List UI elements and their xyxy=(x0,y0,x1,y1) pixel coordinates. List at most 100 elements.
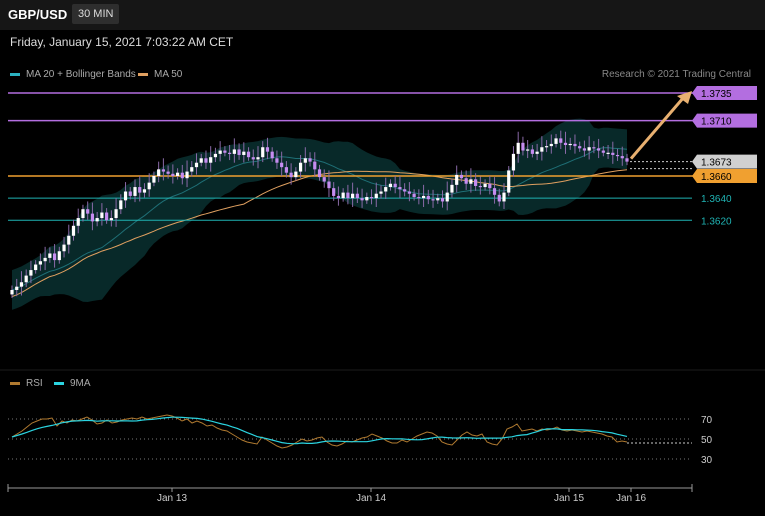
candle xyxy=(379,191,383,194)
candle xyxy=(142,189,147,193)
candle xyxy=(313,161,317,170)
candle xyxy=(317,169,322,178)
candle xyxy=(587,147,591,151)
candle xyxy=(455,174,459,185)
candle xyxy=(180,172,184,179)
candle xyxy=(388,183,393,188)
candle xyxy=(327,181,331,189)
bollinger-band xyxy=(12,118,627,310)
candle xyxy=(298,162,303,172)
candle xyxy=(426,195,430,200)
candle xyxy=(147,182,151,190)
candle xyxy=(336,195,341,199)
candle xyxy=(86,209,90,214)
candle xyxy=(549,143,553,147)
rsi-level-label: 30 xyxy=(701,455,713,466)
candle xyxy=(535,151,539,154)
candle xyxy=(185,171,189,179)
level-label: 1.3735 xyxy=(701,89,732,100)
candle xyxy=(502,192,506,202)
candle xyxy=(62,244,66,252)
candle xyxy=(308,158,312,162)
candle xyxy=(81,209,85,219)
candle xyxy=(228,152,232,154)
candle xyxy=(417,197,421,199)
candle xyxy=(256,157,260,160)
candle xyxy=(469,179,473,184)
candle xyxy=(152,176,156,183)
level-label: 1.3660 xyxy=(701,172,732,183)
candle xyxy=(450,184,454,193)
candle xyxy=(171,173,175,176)
candle xyxy=(194,162,199,168)
candle xyxy=(114,209,118,219)
candle xyxy=(412,193,416,198)
candle xyxy=(123,191,128,201)
candle xyxy=(365,197,369,201)
candle xyxy=(138,187,142,193)
candle xyxy=(483,183,487,188)
candle xyxy=(521,142,525,151)
candle xyxy=(223,150,227,153)
candle xyxy=(351,193,355,199)
candle xyxy=(384,187,388,192)
x-tick-label: Jan 15 xyxy=(554,493,584,504)
level-label: 1.3640 xyxy=(701,194,732,205)
candle xyxy=(52,253,57,261)
candle xyxy=(161,169,165,172)
candle xyxy=(615,154,620,157)
rsi-level-label: 70 xyxy=(701,415,713,426)
candle xyxy=(90,213,95,222)
candle xyxy=(445,192,449,202)
candle xyxy=(284,167,288,173)
candle xyxy=(15,286,19,290)
candle xyxy=(573,143,577,147)
candle xyxy=(119,200,123,210)
candle xyxy=(100,212,104,219)
candle xyxy=(516,142,520,154)
candle xyxy=(105,212,109,221)
candle xyxy=(459,174,464,179)
candle xyxy=(10,289,14,295)
candle xyxy=(597,148,601,151)
candle xyxy=(289,172,293,178)
candle xyxy=(294,171,298,178)
candle xyxy=(369,197,374,199)
candle xyxy=(563,142,568,146)
candle xyxy=(611,152,615,155)
candle xyxy=(526,149,530,151)
level-label: 1.3673 xyxy=(701,158,732,169)
candle xyxy=(407,191,411,194)
candle xyxy=(71,225,76,236)
candle xyxy=(436,198,440,201)
candle xyxy=(261,147,265,158)
candle xyxy=(232,149,236,154)
candle xyxy=(393,183,397,188)
candle xyxy=(474,179,478,186)
candle xyxy=(544,146,549,148)
x-tick-label: Jan 16 xyxy=(616,493,646,504)
candle xyxy=(204,158,208,163)
candle xyxy=(275,158,279,163)
candle xyxy=(620,156,624,159)
candle xyxy=(95,218,99,222)
candle xyxy=(554,138,558,144)
candle xyxy=(341,192,345,199)
candle xyxy=(128,191,132,196)
candle xyxy=(190,167,194,172)
candle xyxy=(38,261,42,265)
candle xyxy=(346,192,350,199)
candle xyxy=(19,282,24,287)
candle xyxy=(431,199,435,201)
candle xyxy=(322,177,326,182)
candle xyxy=(270,151,274,159)
candle xyxy=(280,162,284,168)
candle xyxy=(251,157,255,160)
candle xyxy=(175,172,180,176)
candle xyxy=(209,157,213,163)
candle xyxy=(265,147,270,152)
candle xyxy=(355,193,359,199)
candle xyxy=(213,153,218,158)
price-chart[interactable]: 1.3735 1.3710 1.3673 1.3660 1.3640 1.3620 Jan … xyxy=(0,0,765,516)
candle xyxy=(507,170,511,193)
